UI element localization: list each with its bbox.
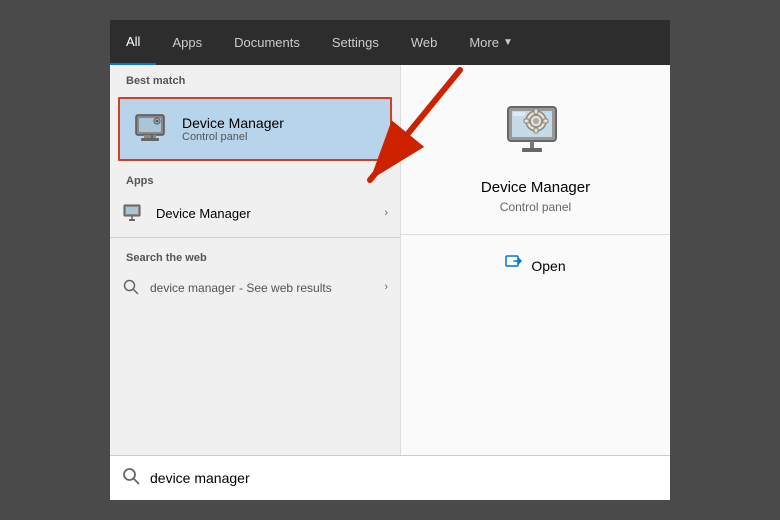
separator — [110, 237, 400, 238]
web-search-text: device manager - See web results — [150, 280, 384, 295]
apps-section-label: Apps — [110, 165, 400, 193]
tab-settings[interactable]: Settings — [316, 20, 395, 65]
right-panel-divider — [401, 234, 670, 235]
tab-documents[interactable]: Documents — [218, 20, 316, 65]
best-match-item[interactable]: Device Manager Control panel — [118, 97, 392, 161]
best-match-label: Best match — [110, 65, 400, 93]
best-match-title: Device Manager — [182, 115, 284, 131]
tab-settings-label: Settings — [332, 35, 379, 50]
tab-apps-label: Apps — [172, 35, 202, 50]
right-panel-app-name: Device Manager — [481, 179, 590, 196]
best-match-subtitle: Control panel — [182, 131, 284, 143]
tab-more-label: More — [469, 35, 499, 50]
chevron-right-icon: › — [384, 207, 388, 219]
app-list-item[interactable]: Device Manager › — [110, 193, 400, 233]
open-button[interactable]: Open — [497, 251, 573, 280]
right-panel-app-type: Control panel — [500, 200, 571, 214]
tab-all-label: All — [126, 34, 140, 49]
tab-bar: All Apps Documents Settings Web More ▼ — [110, 20, 670, 65]
search-bar-icon — [122, 467, 140, 490]
tab-apps[interactable]: Apps — [156, 20, 218, 65]
tab-more[interactable]: More ▼ — [453, 20, 529, 65]
app-list-title: Device Manager — [156, 206, 384, 221]
tab-documents-label: Documents — [234, 35, 300, 50]
search-bar — [110, 455, 670, 500]
web-section-label: Search the web — [110, 242, 400, 270]
best-match-text: Device Manager Control panel — [182, 115, 284, 143]
tab-web[interactable]: Web — [395, 20, 454, 65]
chevron-down-icon: ▼ — [503, 37, 513, 48]
search-input[interactable] — [150, 470, 658, 486]
left-panel: Best match — [110, 65, 400, 455]
tab-web-label: Web — [411, 35, 438, 50]
tab-all[interactable]: All — [110, 20, 156, 65]
main-content: Best match — [110, 65, 670, 455]
web-chevron-icon: › — [384, 281, 388, 293]
app-device-manager-icon — [122, 201, 146, 225]
web-search-item[interactable]: device manager - See web results › — [110, 270, 400, 304]
right-panel: Device Manager Control panel Open — [400, 65, 670, 455]
open-icon — [505, 255, 523, 276]
device-manager-icon-small — [132, 109, 172, 149]
search-circle-icon — [122, 278, 140, 296]
open-label: Open — [531, 258, 565, 274]
device-manager-icon-large — [500, 95, 572, 167]
